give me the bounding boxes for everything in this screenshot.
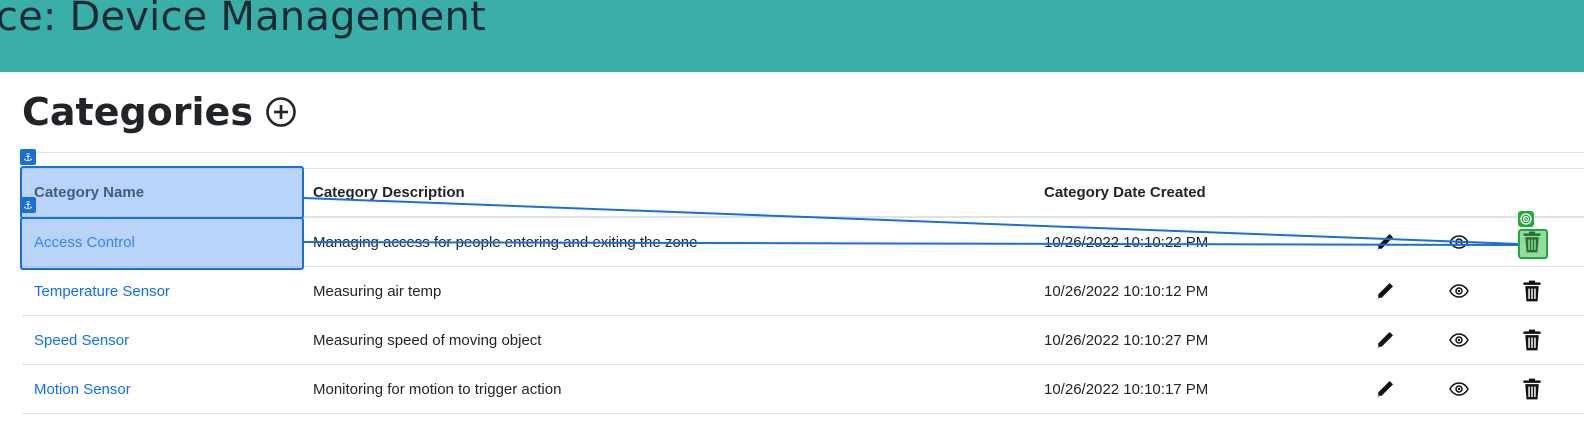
table-row: Motion Sensor Monitoring for motion to t… <box>22 365 1584 414</box>
table-row: Temperature Sensor Measuring air temp 10… <box>22 267 1584 316</box>
category-description: Monitoring for motion to trigger action <box>313 380 562 398</box>
eye-icon[interactable] <box>1449 333 1469 347</box>
category-link[interactable]: Access Control <box>34 234 135 251</box>
eye-icon[interactable] <box>1449 235 1469 249</box>
column-header-name[interactable]: Category Name <box>34 168 144 216</box>
pencil-icon[interactable] <box>1376 282 1394 300</box>
column-header-date-created[interactable]: Category Date Created <box>1044 168 1206 216</box>
table-header-row: Category Name Category Description Categ… <box>22 168 1584 218</box>
category-link[interactable]: Motion Sensor <box>34 381 131 398</box>
category-date-created: 10/26/2022 10:10:22 PM <box>1044 233 1209 251</box>
category-date-created: 10/26/2022 10:10:27 PM <box>1044 331 1209 349</box>
top-banner: ffice: Device Management <box>0 0 1584 72</box>
page-title: Categories <box>22 90 253 134</box>
category-description: Managing access for people entering and … <box>313 233 698 251</box>
category-date-created: 10/26/2022 10:10:12 PM <box>1044 282 1209 300</box>
category-description: Measuring air temp <box>313 282 442 300</box>
column-header-description[interactable]: Category Description <box>313 168 465 216</box>
pencil-icon[interactable] <box>1376 380 1394 398</box>
table-row: Access Control Managing access for peopl… <box>22 218 1584 267</box>
categories-table: Category Name Category Description Categ… <box>22 168 1584 414</box>
category-description: Measuring speed of moving object <box>313 331 542 349</box>
eye-icon[interactable] <box>1449 284 1469 298</box>
table-row: Speed Sensor Measuring speed of moving o… <box>22 316 1584 365</box>
pencil-icon[interactable] <box>1376 233 1394 251</box>
app-title: ffice: Device Management <box>0 0 486 40</box>
category-link[interactable]: Speed Sensor <box>34 332 129 349</box>
divider <box>22 152 1584 153</box>
eye-icon[interactable] <box>1449 382 1469 396</box>
table-top-border <box>22 168 1584 169</box>
plus-circle-icon <box>266 97 296 127</box>
page-heading: Categories <box>22 90 297 134</box>
pencil-icon[interactable] <box>1376 331 1394 349</box>
category-date-created: 10/26/2022 10:10:17 PM <box>1044 380 1209 398</box>
add-category-button[interactable] <box>265 96 297 128</box>
trash-icon[interactable] <box>1522 378 1542 400</box>
trash-icon[interactable] <box>1522 231 1542 253</box>
category-link[interactable]: Temperature Sensor <box>34 283 170 300</box>
trash-icon[interactable] <box>1522 280 1542 302</box>
trash-icon[interactable] <box>1522 329 1542 351</box>
